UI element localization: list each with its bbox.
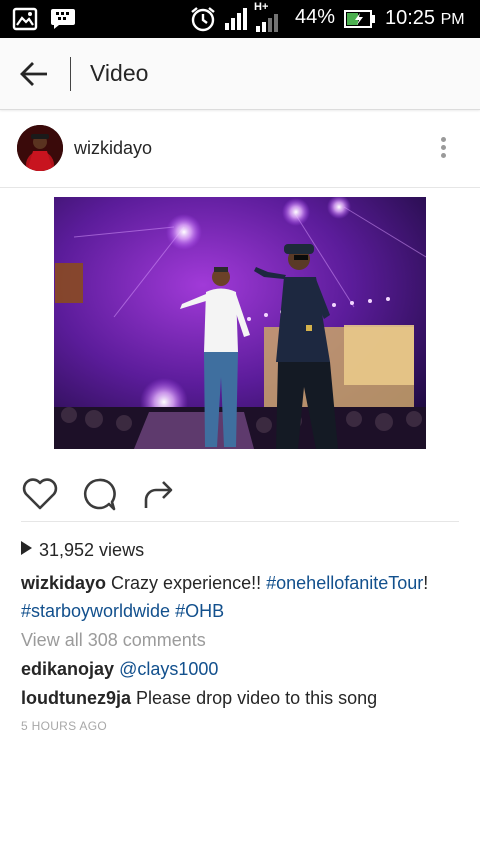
comment-item: edikanojay @clays1000 <box>21 659 218 680</box>
share-button[interactable] <box>138 474 178 514</box>
back-arrow-icon <box>20 62 47 86</box>
comment-mention[interactable]: @clays1000 <box>119 659 218 679</box>
comment-button[interactable] <box>79 474 119 514</box>
comment-author[interactable]: edikanojay <box>21 659 114 679</box>
view-count-text: 31,952 views <box>39 540 145 560</box>
caption-author[interactable]: wizkidayo <box>21 573 106 593</box>
caption-continued: #starboyworldwide #OHB <box>21 601 224 622</box>
page-title: Video <box>90 60 149 86</box>
view-all-comments-link[interactable]: View all 308 comments <box>21 630 206 651</box>
video-player[interactable] <box>54 197 426 449</box>
hashtag-onehellofanitetour[interactable]: #onehellofaniteTour <box>266 573 423 593</box>
network-type: H+ <box>254 1 269 13</box>
clock-ampm: PM <box>440 11 465 28</box>
caption-text: Crazy experience!! <box>111 573 262 593</box>
clock: 10:25 PM <box>385 7 465 30</box>
post-username[interactable]: wizkidayo <box>74 138 152 159</box>
comment-text: Please drop video to this song <box>136 688 378 708</box>
play-icon <box>21 541 32 555</box>
video-frame <box>54 197 426 449</box>
caption: wizkidayo Crazy experience!! #onehellofa… <box>21 573 428 594</box>
caption-punct: ! <box>423 573 429 593</box>
view-count: 31,952 views <box>21 540 144 561</box>
heart-icon <box>22 478 58 510</box>
alarm-icon <box>191 7 215 32</box>
hashtag-starboyworldwide[interactable]: #starboyworldwide <box>21 601 170 621</box>
battery-percent: 44% <box>295 6 336 28</box>
signal-icon <box>225 8 247 30</box>
post-timestamp: 5 HOURS AGO <box>21 719 107 733</box>
blackberry-messenger-icon <box>51 9 75 29</box>
avatar[interactable] <box>17 125 63 171</box>
app-bar: Video <box>0 38 480 110</box>
actions-divider <box>21 521 459 522</box>
comment-icon <box>83 478 116 511</box>
gallery-icon <box>12 7 38 31</box>
battery-icon <box>344 10 375 28</box>
back-button[interactable] <box>14 56 54 92</box>
share-icon <box>144 481 173 508</box>
app-bar-divider <box>70 57 71 91</box>
hashtag-ohb[interactable]: #OHB <box>175 601 224 621</box>
post-actions <box>0 470 480 516</box>
signal-icon <box>256 14 278 32</box>
status-bar: H+ 44% 10:25 PM <box>0 0 480 38</box>
more-options-button[interactable] <box>432 134 454 164</box>
clock-time: 10:25 <box>385 7 436 29</box>
comment-author[interactable]: loudtunez9ja <box>21 688 131 708</box>
like-button[interactable] <box>20 474 60 514</box>
comment-item: loudtunez9ja Please drop video to this s… <box>21 688 377 709</box>
more-vertical-icon <box>432 137 454 158</box>
post-header: wizkidayo <box>0 110 480 188</box>
